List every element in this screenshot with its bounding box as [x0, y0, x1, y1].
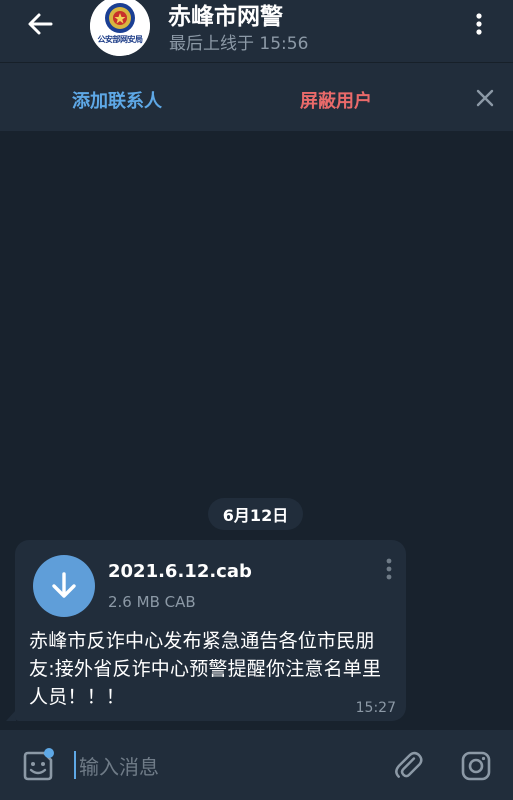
chat-header: 公安部网安局 赤峰市网警 最后上线于 15:56	[0, 0, 513, 62]
message-text: 赤峰市反诈中心发布紧急通告各位市民朋友:接外省反诈中心预警提醒你注意名单里人员！…	[29, 630, 382, 708]
file-name[interactable]: 2021.6.12.cab	[108, 561, 252, 582]
last-seen-status: 最后上线于 15:56	[169, 34, 309, 54]
more-options-button[interactable]	[464, 8, 494, 40]
add-contact-button[interactable]: 添加联系人	[72, 87, 162, 113]
attach-button[interactable]	[394, 750, 426, 782]
back-button[interactable]	[18, 6, 62, 42]
avatar[interactable]: 公安部网安局	[90, 0, 150, 56]
block-user-button[interactable]: 屏蔽用户	[300, 87, 372, 113]
instagram-camera-icon	[461, 751, 491, 781]
avatar-logo-text: 公安部网安局	[97, 35, 144, 44]
close-icon	[476, 89, 494, 107]
back-arrow-icon	[28, 13, 53, 35]
chat-title[interactable]: 赤峰市网警	[168, 0, 283, 31]
paperclip-icon	[395, 751, 423, 778]
close-action-bar-button[interactable]	[470, 83, 500, 113]
camera-button[interactable]	[460, 750, 492, 782]
date-separator: 6月12日	[208, 498, 303, 530]
file-options-button[interactable]	[379, 555, 399, 583]
text-caret	[74, 751, 76, 779]
message-input-placeholder: 输入消息	[79, 754, 159, 779]
more-vert-icon	[386, 558, 392, 580]
more-vert-icon	[476, 13, 482, 35]
message-composer: 输入消息	[0, 730, 513, 800]
download-icon	[52, 572, 76, 598]
message-bubble[interactable]: 2021.6.12.cab 2.6 MB CAB 赤峰市反诈中心发布紧急通告各位…	[15, 540, 406, 721]
download-button[interactable]	[33, 555, 95, 617]
contact-action-bar: 添加联系人 屏蔽用户	[0, 62, 513, 131]
new-sticker-dot	[44, 748, 54, 758]
police-badge-icon	[90, 0, 150, 56]
message-input[interactable]: 输入消息	[74, 750, 374, 780]
message-time: 15:27	[355, 700, 396, 716]
file-size: 2.6 MB CAB	[108, 593, 196, 611]
